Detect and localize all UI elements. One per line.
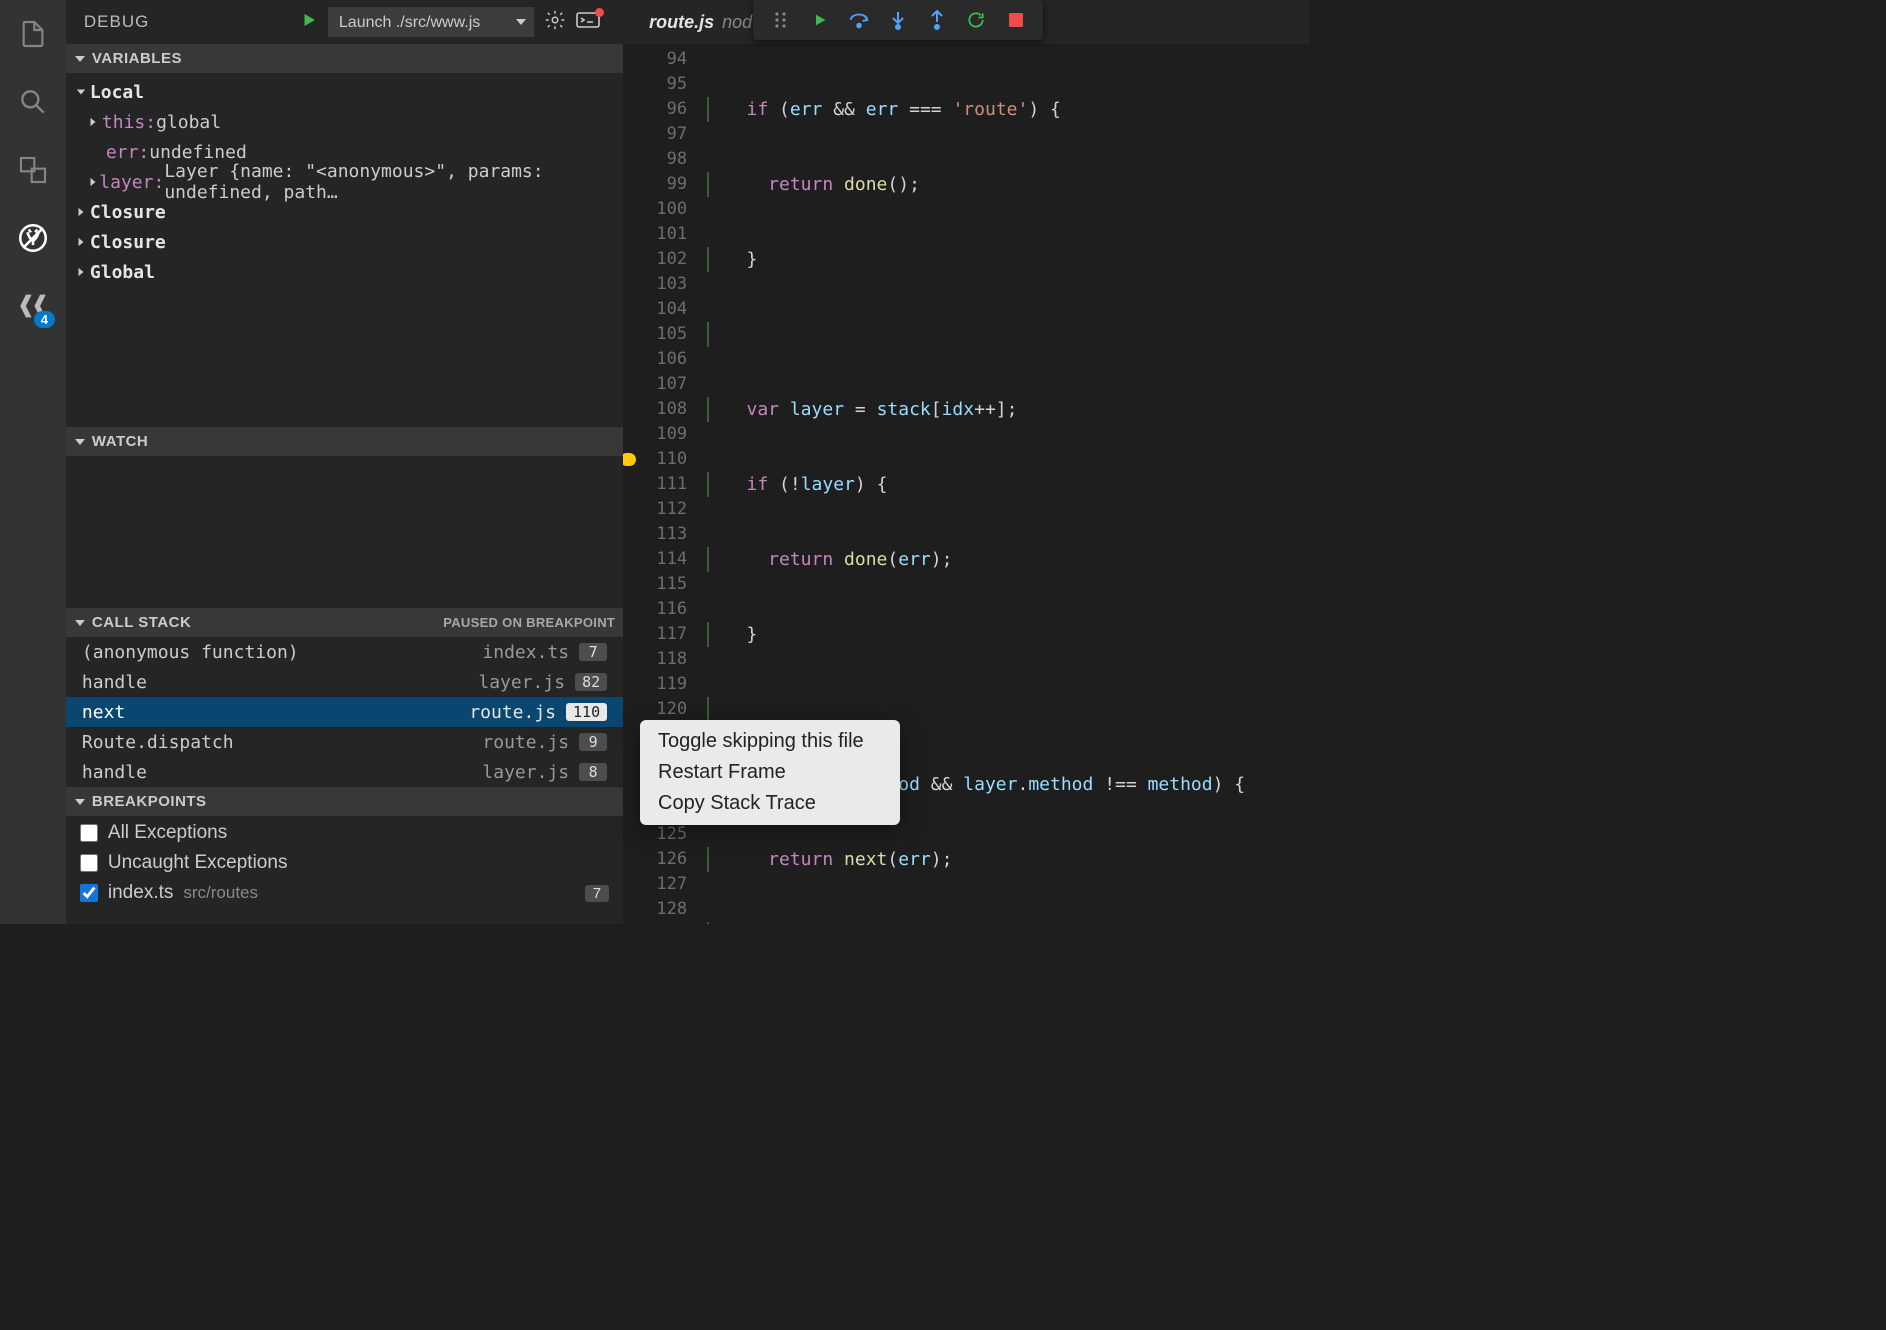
debug-icon[interactable] xyxy=(13,218,53,258)
watch-header[interactable]: WATCH xyxy=(66,427,623,456)
explorer-icon[interactable] xyxy=(13,14,53,54)
breakpoints-header[interactable]: BREAKPOINTS xyxy=(66,787,623,816)
breakpoint-checkbox[interactable] xyxy=(80,824,98,842)
extensions-icon[interactable]: 4 xyxy=(13,286,53,326)
editor-tab-subtitle: nod xyxy=(722,12,752,33)
breakpoints-body: All Exceptions Uncaught Exceptions index… xyxy=(66,816,623,910)
drag-handle-icon[interactable] xyxy=(768,7,794,33)
debug-toolbar[interactable] xyxy=(753,0,1043,40)
chevron-down-icon xyxy=(74,796,86,808)
stack-frame[interactable]: (anonymous function)index.ts7 xyxy=(66,637,623,667)
menu-item-toggle-skip[interactable]: Toggle skipping this file xyxy=(640,726,900,757)
step-out-icon[interactable] xyxy=(924,7,950,33)
stack-frame[interactable]: handlelayer.js8 xyxy=(66,757,623,787)
debug-sidebar: DEBUG Launch ./src/www.js xyxy=(66,0,623,924)
variables-body: Local this: global err: undefined layer:… xyxy=(66,73,623,427)
chevron-down-icon xyxy=(74,617,86,629)
scope-global[interactable]: Global xyxy=(66,257,623,287)
callstack-status: PAUSED ON BREAKPOINT xyxy=(443,615,615,630)
restart-icon[interactable] xyxy=(963,7,989,33)
scope-closure-2[interactable]: Closure xyxy=(66,227,623,257)
breakpoint-row[interactable]: Uncaught Exceptions xyxy=(66,848,623,878)
stack-frame[interactable]: handlelayer.js82 xyxy=(66,667,623,697)
breakpoint-row[interactable]: All Exceptions xyxy=(66,818,623,848)
breakpoint-checkbox[interactable] xyxy=(80,854,98,872)
editor-tab[interactable]: route.js xyxy=(649,12,714,33)
variable-layer[interactable]: layer: Layer {name: "<anonymous>", param… xyxy=(66,167,623,197)
activity-bar: 4 xyxy=(0,0,66,924)
callstack-body: (anonymous function)index.ts7 handlelaye… xyxy=(66,637,623,787)
start-debug-icon[interactable] xyxy=(300,11,318,34)
step-over-icon[interactable] xyxy=(846,7,872,33)
stack-frame-selected[interactable]: nextroute.js110 xyxy=(66,697,623,727)
chevron-down-icon xyxy=(74,53,86,65)
scope-local[interactable]: Local xyxy=(66,77,623,107)
breakpoint-row[interactable]: index.tssrc/routes7 xyxy=(66,878,623,908)
search-icon[interactable] xyxy=(13,82,53,122)
debug-console-icon[interactable] xyxy=(576,10,600,35)
extensions-badge: 4 xyxy=(34,311,55,328)
menu-item-restart-frame[interactable]: Restart Frame xyxy=(640,757,900,788)
variable-this[interactable]: this: global xyxy=(66,107,623,137)
stack-frame[interactable]: Route.dispatchroute.js9 xyxy=(66,727,623,757)
variables-header[interactable]: VARIABLES xyxy=(66,44,623,73)
sidebar-header: DEBUG Launch ./src/www.js xyxy=(66,0,623,44)
context-menu[interactable]: Toggle skipping this file Restart Frame … xyxy=(640,720,900,825)
launch-config-select[interactable]: Launch ./src/www.js xyxy=(328,7,534,37)
callstack-header[interactable]: CALL STACK PAUSED ON BREAKPOINT xyxy=(66,608,623,637)
step-into-icon[interactable] xyxy=(885,7,911,33)
gear-icon[interactable] xyxy=(544,9,566,36)
stop-icon[interactable] xyxy=(1003,7,1029,33)
breakpoint-checkbox[interactable] xyxy=(80,884,98,902)
sidebar-title: DEBUG xyxy=(84,12,284,32)
menu-item-copy-stack[interactable]: Copy Stack Trace xyxy=(640,788,900,819)
scm-icon[interactable] xyxy=(13,150,53,190)
chevron-down-icon xyxy=(74,436,86,448)
watch-body xyxy=(66,456,623,608)
continue-icon[interactable] xyxy=(807,7,833,33)
